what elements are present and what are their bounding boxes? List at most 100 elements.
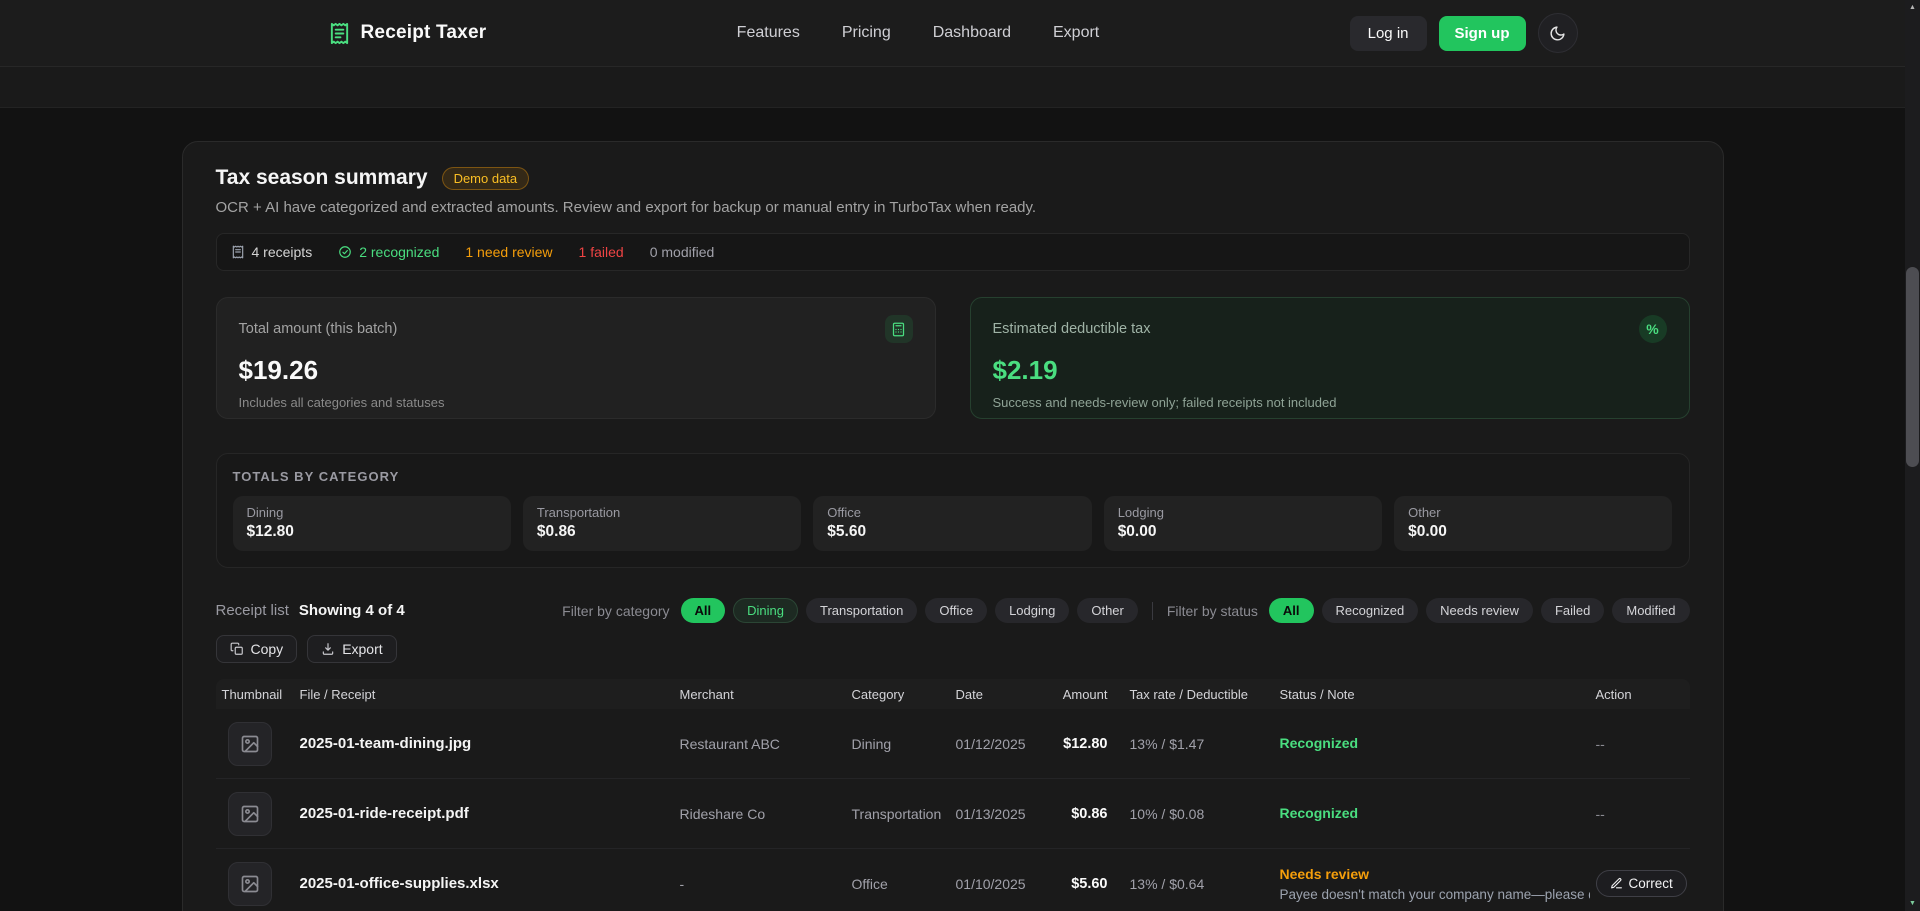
deductible-tax-label: Estimated deductible tax [992, 321, 1151, 337]
receipt-thumbnail[interactable] [227, 861, 272, 906]
category-total-office: Office $5.60 [813, 496, 1092, 551]
deductible-tax-card: Estimated deductible tax % $2.19 Success… [969, 297, 1690, 419]
cell-merchant: Restaurant ABC [679, 735, 780, 752]
image-icon [240, 734, 260, 754]
category-label: Transportation [536, 505, 621, 520]
cell-action: -- [1595, 735, 1605, 752]
nav-link-export[interactable]: Export [1053, 24, 1099, 42]
cell-category: Transportation [851, 805, 942, 822]
receipts-table: Thumbnail File / Receipt Merchant Catego… [215, 679, 1690, 911]
table-header-row: Thumbnail File / Receipt Merchant Catego… [215, 679, 1690, 709]
cell-merchant: Rideshare Co [679, 805, 766, 822]
navbar: Receipt Taxer Features Pricing Dashboard… [0, 0, 1905, 67]
demo-data-badge: Demo data [441, 166, 530, 190]
login-button[interactable]: Log in [1349, 15, 1427, 51]
nav-link-dashboard[interactable]: Dashboard [933, 24, 1011, 42]
status-note: Payee doesn't match your company name—pl… [1279, 886, 1590, 902]
receipt-thumbnail[interactable] [227, 721, 272, 766]
download-icon [321, 642, 335, 656]
check-circle-icon [338, 245, 352, 259]
image-icon [240, 804, 260, 824]
nav-links: Features Pricing Dashboard Export [486, 24, 1349, 42]
table-row: 2025-01-office-supplies.xlsx - Office 01… [216, 849, 1690, 911]
category-amount: $12.80 [246, 523, 294, 540]
export-button[interactable]: Export [307, 635, 397, 663]
category-amount: $5.60 [827, 523, 867, 540]
nav-link-features[interactable]: Features [737, 24, 800, 42]
moon-icon [1549, 25, 1566, 42]
status-pill-modified[interactable]: Modified [1612, 598, 1690, 623]
signup-button[interactable]: Sign up [1438, 15, 1526, 51]
calculator-icon [884, 315, 913, 343]
category-total-transportation: Transportation $0.86 [522, 496, 802, 551]
correct-button[interactable]: Correct [1595, 870, 1687, 897]
export-button-label: Export [342, 641, 383, 657]
receipt-thumbnail[interactable] [227, 791, 272, 836]
total-amount-card: Total amount (this batch) $19.26 Include… [215, 297, 936, 419]
category-amount: $0.00 [1408, 523, 1447, 540]
filters: Filter by category All Dining Transporta… [562, 598, 1690, 623]
page: Receipt Taxer Features Pricing Dashboard… [0, 0, 1905, 911]
category-total-dining: Dining $12.80 [232, 496, 511, 551]
status-pill-recognized[interactable]: Recognized [1321, 598, 1419, 623]
receipt-icon [231, 245, 245, 259]
cell-date: 01/13/2025 [955, 805, 1026, 822]
category-label: Other [1408, 505, 1441, 520]
status-pill-needs-review[interactable]: Needs review [1426, 598, 1533, 623]
page-title: Tax season summary [215, 166, 428, 189]
cell-file: 2025-01-ride-receipt.pdf [299, 805, 469, 822]
pencil-icon [1610, 877, 1623, 890]
brand-name: Receipt Taxer [360, 22, 487, 43]
status-badge: Recognized [1279, 804, 1359, 821]
total-amount-note: Includes all categories and statuses [238, 395, 445, 410]
header-thumbnail: Thumbnail [221, 686, 283, 702]
totals-by-category-panel: TOTALS BY CATEGORY Dining $12.80 Transpo… [215, 453, 1690, 568]
category-label: Office [827, 505, 862, 520]
scroll-down-arrow-icon[interactable]: ▼ [1905, 896, 1920, 911]
scroll-up-arrow-icon[interactable]: ▲ [1905, 0, 1920, 15]
cell-category: Office [851, 875, 888, 892]
totals-heading: TOTALS BY CATEGORY [232, 469, 400, 484]
copy-icon [230, 642, 244, 656]
total-amount-value: $19.26 [238, 355, 319, 385]
category-pill-dining[interactable]: Dining [733, 598, 798, 623]
cell-date: 01/10/2025 [955, 875, 1026, 892]
category-amount: $0.86 [536, 523, 576, 540]
category-pill-transportation[interactable]: Transportation [806, 598, 918, 623]
copy-button-label: Copy [250, 641, 284, 657]
status-pill-failed[interactable]: Failed [1540, 598, 1605, 623]
table-row: 2025-01-ride-receipt.pdf Rideshare Co Tr… [215, 779, 1690, 849]
stat-receipts: 4 receipts [231, 244, 312, 260]
cell-category: Dining [851, 735, 892, 752]
status-pill-all[interactable]: All [1268, 598, 1314, 623]
main-content: Tax season summary Demo data OCR + AI ha… [0, 108, 1905, 911]
deductible-tax-note: Success and needs-review only; failed re… [992, 395, 1337, 410]
cell-date: 01/12/2025 [955, 735, 1026, 752]
image-icon [240, 874, 260, 894]
correct-button-label: Correct [1628, 876, 1673, 891]
header-category: Category [851, 686, 905, 702]
status-filter-label: Filter by status [1166, 602, 1258, 619]
stat-recognized: 2 recognized [338, 244, 439, 260]
header-tax: Tax rate / Deductible [1129, 686, 1249, 702]
category-pill-office[interactable]: Office [925, 598, 988, 623]
brand[interactable]: Receipt Taxer [328, 22, 487, 45]
receipt-list-count: Showing 4 of 4 [298, 602, 405, 619]
cell-amount: $12.80 [1063, 735, 1108, 752]
cell-amount: $5.60 [1071, 875, 1108, 892]
header-date: Date [955, 686, 983, 702]
category-pill-other[interactable]: Other [1077, 598, 1138, 623]
theme-toggle-button[interactable] [1537, 13, 1578, 53]
cell-tax: 10% / $0.08 [1129, 805, 1205, 822]
cell-tax: 13% / $0.64 [1129, 875, 1205, 892]
category-pill-lodging[interactable]: Lodging [995, 598, 1070, 623]
copy-button[interactable]: Copy [215, 635, 298, 663]
category-total-other: Other $0.00 [1394, 496, 1673, 551]
status-badge: Recognized [1279, 734, 1359, 751]
scrollbar[interactable]: ▲ ▼ [1905, 0, 1920, 911]
nav-link-pricing[interactable]: Pricing [842, 24, 891, 42]
status-badge: Needs review [1279, 865, 1370, 882]
category-pill-all[interactable]: All [680, 598, 726, 623]
receipt-logo-icon [328, 22, 351, 45]
scrollbar-thumb[interactable] [1906, 267, 1919, 467]
